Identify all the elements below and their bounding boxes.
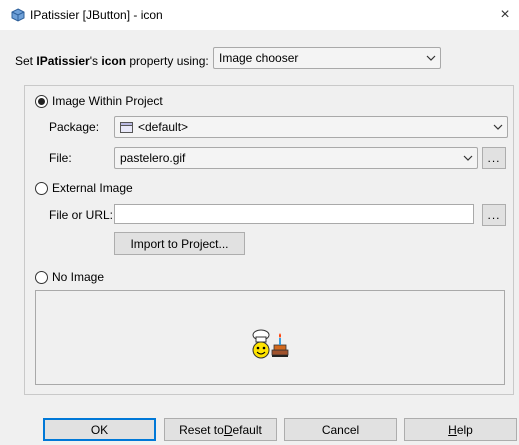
pastry-chef-icon xyxy=(252,329,289,359)
package-label: Package: xyxy=(49,120,100,134)
chevron-down-icon xyxy=(422,55,440,61)
no-image-radio[interactable]: No Image xyxy=(35,270,104,284)
image-within-project-radio[interactable]: Image Within Project xyxy=(35,94,163,108)
close-button[interactable]: × xyxy=(494,4,516,26)
package-value: <default> xyxy=(138,120,189,134)
reset-to-default-button[interactable]: Reset to Default xyxy=(164,418,277,441)
mode-dropdown[interactable]: Image chooser xyxy=(213,47,441,69)
mode-value: Image chooser xyxy=(219,51,299,65)
url-browse-button[interactable]: ... xyxy=(482,204,506,226)
radio-indicator xyxy=(35,270,48,284)
radio-selected-indicator xyxy=(35,94,48,108)
import-to-project-button[interactable]: Import to Project... xyxy=(114,232,245,255)
netbeans-cube-icon xyxy=(11,8,25,22)
file-or-url-label: File or URL: xyxy=(49,208,114,222)
window-title: IPatissier [JButton] - icon xyxy=(30,8,163,22)
property-mode-label: Set IPatissier's icon property using: xyxy=(15,54,209,68)
ok-button[interactable]: OK xyxy=(43,418,156,441)
title-bar: IPatissier [JButton] - icon × xyxy=(0,0,519,30)
package-icon xyxy=(120,121,133,133)
external-image-radio[interactable]: External Image xyxy=(35,181,133,195)
file-or-url-input[interactable] xyxy=(114,204,474,224)
radio-indicator xyxy=(35,181,48,195)
image-preview xyxy=(35,290,505,385)
chevron-down-icon xyxy=(489,124,507,130)
chevron-down-icon xyxy=(459,155,477,161)
file-dropdown[interactable]: pastelero.gif xyxy=(114,147,478,169)
file-browse-button[interactable]: ... xyxy=(482,147,506,169)
package-dropdown[interactable]: <default> xyxy=(114,116,508,138)
help-button[interactable]: Help xyxy=(404,418,517,441)
file-label: File: xyxy=(49,151,72,165)
file-value: pastelero.gif xyxy=(120,151,186,165)
cancel-button[interactable]: Cancel xyxy=(284,418,397,441)
